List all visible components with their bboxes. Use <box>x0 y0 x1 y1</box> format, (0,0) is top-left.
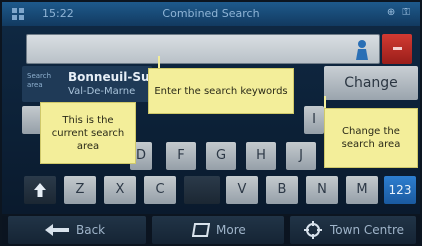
key-v[interactable]: V <box>226 176 258 204</box>
callout-pointer <box>158 56 160 68</box>
key-f[interactable]: F <box>166 142 196 170</box>
key-j[interactable]: J <box>286 142 316 170</box>
more-button[interactable]: More <box>152 216 284 244</box>
back-button[interactable]: Back <box>8 216 146 244</box>
search-box <box>26 34 380 64</box>
bottom-bar: Back More Town Centre <box>2 216 420 244</box>
status-bar: 15:22 Combined Search ⊕ ⚿ <box>2 2 420 26</box>
person-icon[interactable] <box>353 39 371 61</box>
shift-arrow-icon <box>34 183 46 197</box>
callout-change-area: Change the search area <box>324 108 418 168</box>
callout-current-area: This is the current search area <box>40 102 136 164</box>
more-label: More <box>216 223 246 237</box>
key-i[interactable]: I <box>304 106 324 134</box>
numbers-key[interactable]: 123 <box>384 176 416 204</box>
key-b[interactable]: B <box>266 176 298 204</box>
key-n[interactable]: N <box>306 176 338 204</box>
minus-icon <box>393 47 402 50</box>
search-area-region: Val-De-Marne <box>68 86 136 97</box>
search-input[interactable] <box>27 35 327 63</box>
key-c[interactable]: C <box>144 176 176 204</box>
page-title: Combined Search <box>162 7 260 20</box>
change-button[interactable]: Change <box>324 66 418 100</box>
key-x[interactable]: X <box>104 176 136 204</box>
space-key[interactable] <box>184 176 220 204</box>
search-area-city: Bonneuil-Su <box>68 70 150 84</box>
crosshair-icon <box>304 221 322 239</box>
key-h[interactable]: H <box>246 142 276 170</box>
search-area-panel: Search area Bonneuil-Su Val-De-Marne <box>22 66 152 102</box>
town-centre-label: Town Centre <box>330 223 404 237</box>
key-z[interactable]: Z <box>64 176 96 204</box>
key-m[interactable]: M <box>346 176 378 204</box>
key-g[interactable]: G <box>206 142 236 170</box>
back-label: Back <box>76 223 106 237</box>
search-area-label: Search area <box>27 72 52 89</box>
delete-button[interactable] <box>382 34 412 64</box>
shift-key[interactable] <box>24 176 56 204</box>
search-screen: Search area Bonneuil-Su Val-De-Marne Cha… <box>2 26 420 214</box>
back-arrow-icon <box>45 224 69 236</box>
status-icons: ⊕ ⚿ <box>386 7 412 18</box>
callout-keywords: Enter the search keywords <box>148 68 294 114</box>
town-centre-button[interactable]: Town Centre <box>290 216 416 244</box>
app-screen: 15:22 Combined Search ⊕ ⚿ Search area Bo… <box>0 0 422 246</box>
more-icon <box>192 223 210 237</box>
